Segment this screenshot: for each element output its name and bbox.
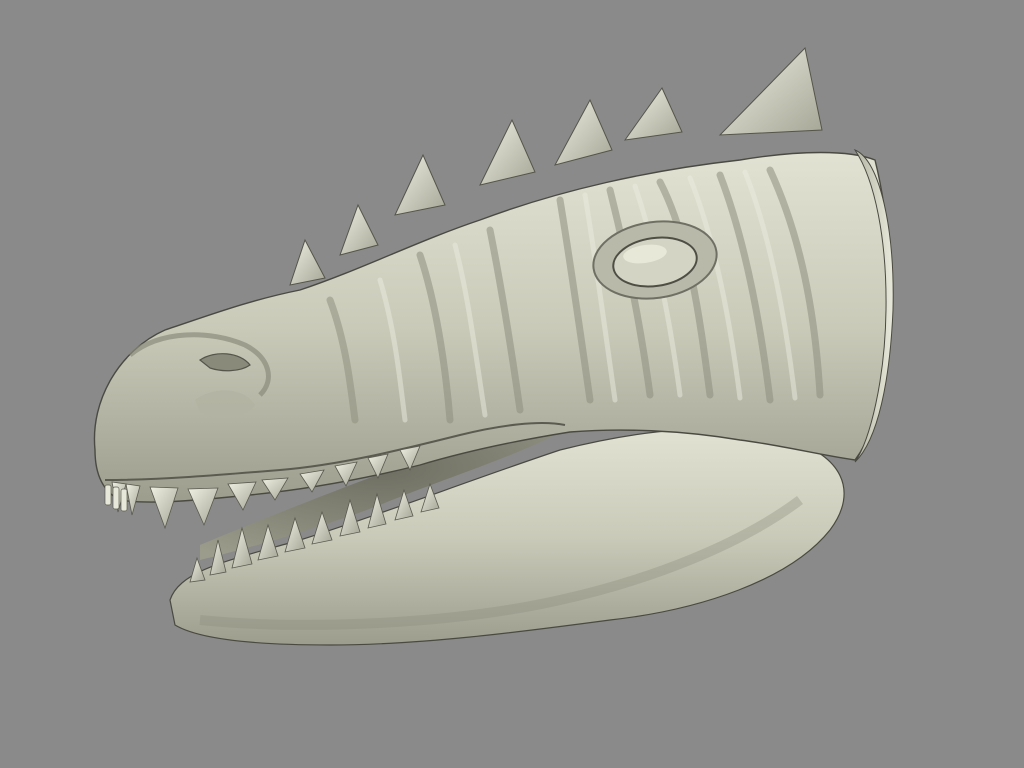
dragon-head-model[interactable] <box>0 0 1024 768</box>
front-teeth <box>104 484 128 512</box>
3d-viewport[interactable] <box>0 0 1024 768</box>
